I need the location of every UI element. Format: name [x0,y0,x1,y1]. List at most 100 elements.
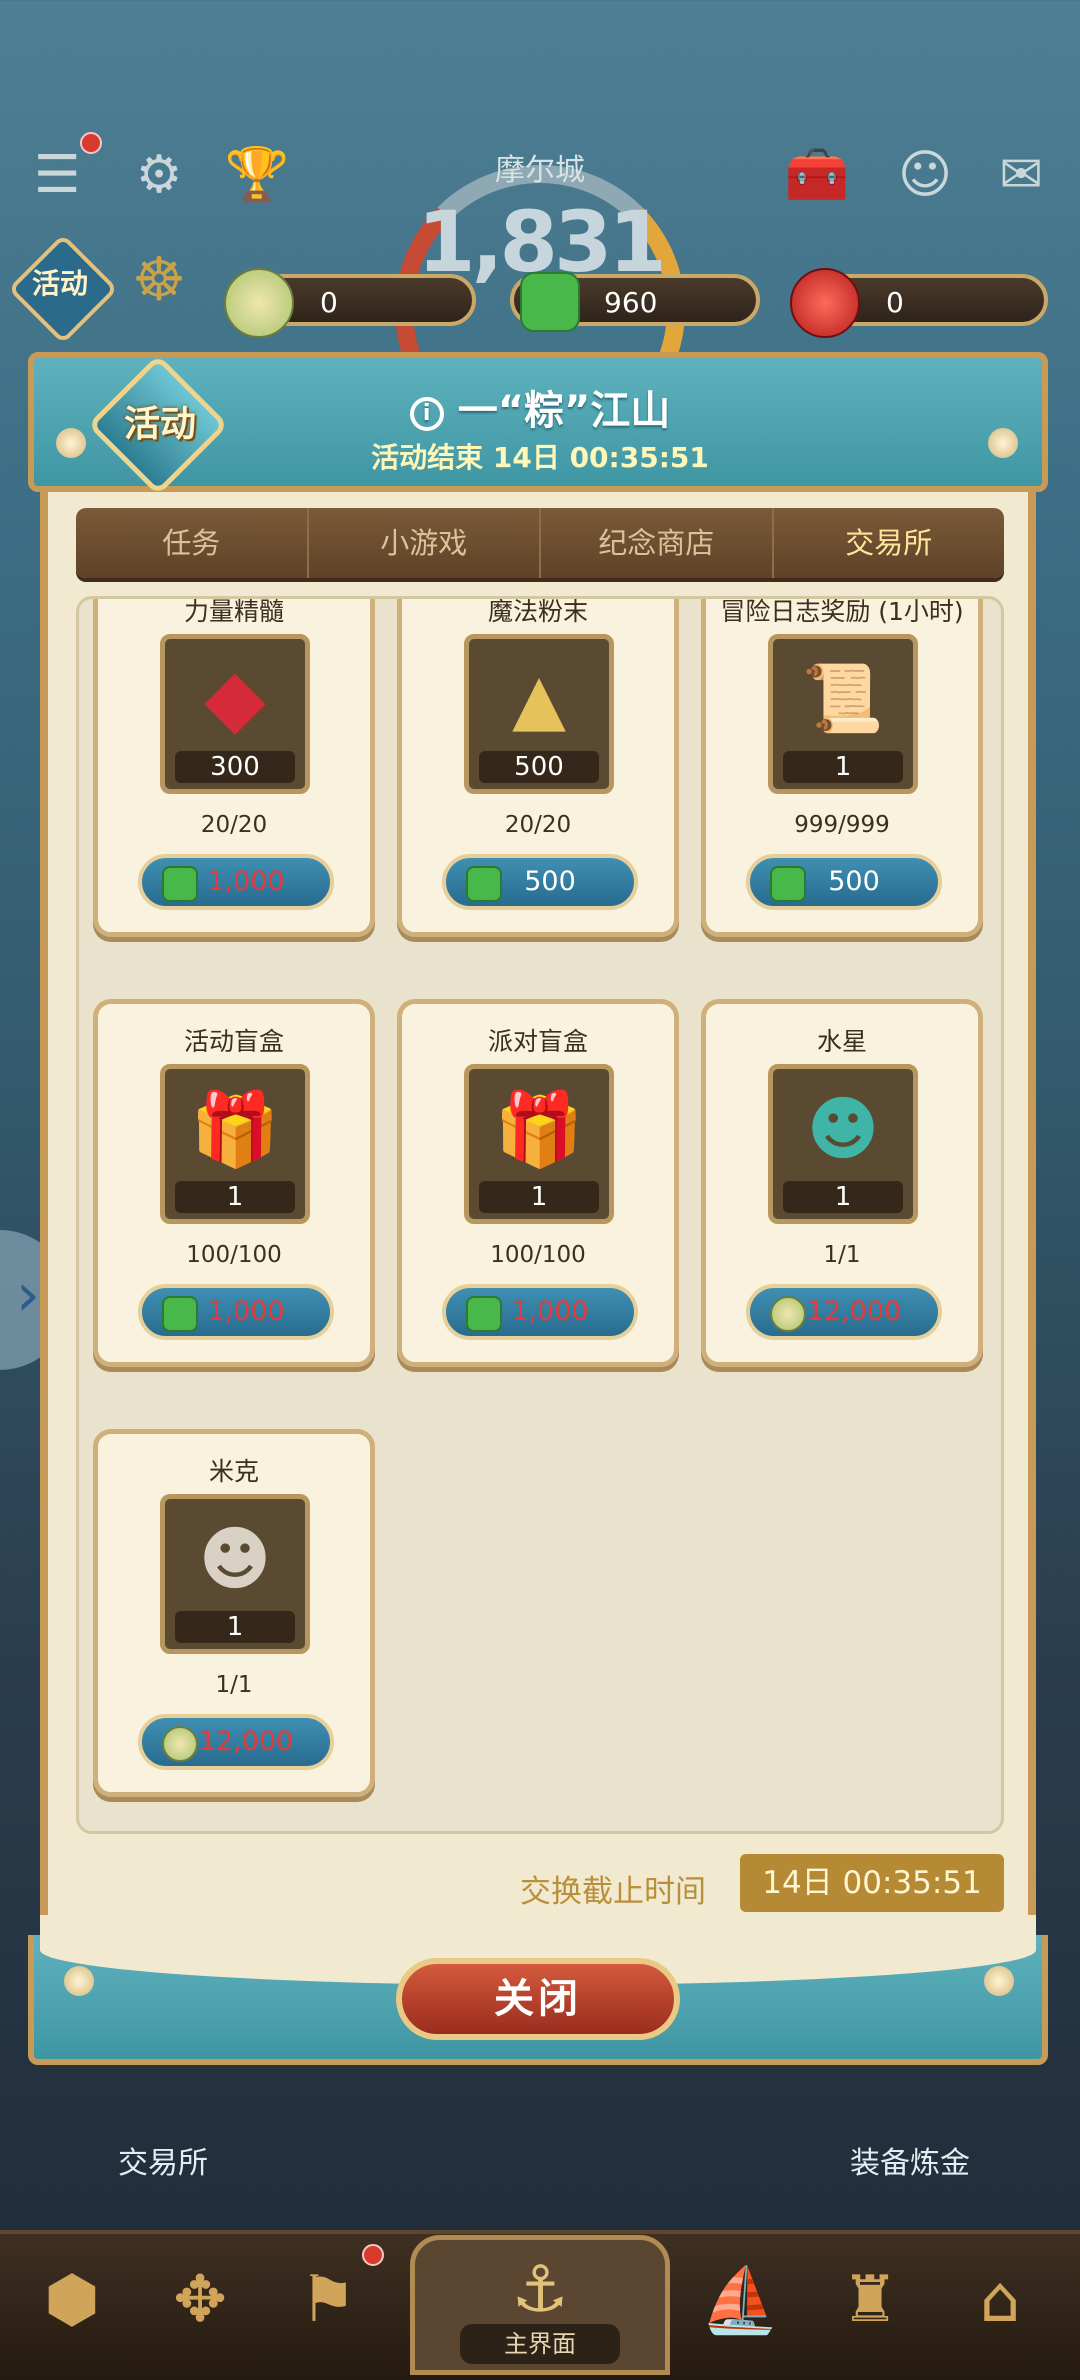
activity-label: 活动 [31,267,88,300]
exchange-button[interactable]: 12,000 [138,1714,334,1770]
tab-souvenir-shop[interactable]: 纪念商店 [541,508,774,578]
price-value: 500 [524,866,576,897]
propeller-icon[interactable]: ✥ [150,2250,250,2350]
rivet-decoration [64,1966,94,1996]
resource-value: 0 [886,286,904,319]
zongzi-icon [224,268,294,338]
trophy-icon[interactable]: 🏆 [222,140,292,210]
resource-value: 0 [320,286,338,319]
notification-dot [80,132,102,154]
exchange-button[interactable]: 1,000 [138,854,334,910]
notification-dot [362,2244,384,2266]
tab-bar: 任务 小游戏 纪念商店 交易所 [76,508,1004,578]
price-value: 1,000 [511,1296,589,1327]
item-stock: 100/100 [186,1242,282,1268]
gold-dust-icon: ▲ [512,658,566,740]
price-value: 1,000 [207,1296,285,1327]
exchange-shortcut-label[interactable]: 交易所 [118,2138,208,2182]
item-quantity: 1 [783,751,903,783]
ship-icon[interactable]: ⛵ [690,2250,790,2350]
item-name: 冒险日志奖励 (1小时) [720,597,964,626]
item-icon-frame: ☻ 1 [160,1494,310,1654]
equipment-alchemy-label[interactable]: 装备炼金 [850,2138,970,2182]
gift-box-icon: 🎁 [494,1086,584,1171]
event-countdown: 活动结束 14日 00:35:51 [371,441,709,474]
mail-icon[interactable]: ✉ [986,140,1056,210]
red-gem-icon: ◆ [204,650,266,744]
toolbox-icon[interactable]: 🧰 [782,140,852,210]
deadline-label: 交换截止时间 [520,1874,706,1910]
item-icon-frame: 🎁 1 [464,1064,614,1224]
item-icon-frame: 📜 1 [768,634,918,794]
home-label: 主界面 [460,2324,620,2364]
exchange-item-grid[interactable]: 力量精髓 ◆ 300 20/20 1,000 魔法粉末 ▲ 500 20/20 … [76,596,1004,1834]
green-gem-icon [520,272,580,332]
exchange-item-card[interactable]: 力量精髓 ◆ 300 20/20 1,000 [93,597,375,937]
exchange-item-card[interactable]: 活动盲盒 🎁 1 100/100 1,000 [93,999,375,1367]
tower-icon[interactable]: ♜ [820,2250,920,2350]
friends-icon[interactable]: ☺ [890,140,960,210]
shop-icon[interactable]: ⌂ [950,2250,1050,2350]
resource-zongzi[interactable]: 0 [224,268,476,338]
exchange-item-card[interactable]: 冒险日志奖励 (1小时) 📜 1 999/999 500 [701,597,983,937]
item-stock: 1/1 [215,1672,253,1698]
exchange-button[interactable]: 500 [442,854,638,910]
character-icon: ☻ [806,1088,880,1170]
item-quantity: 1 [479,1181,599,1213]
red-pouch-icon [790,268,860,338]
item-name: 派对盲盒 [487,1027,588,1056]
exchange-item-card[interactable]: 米克 ☻ 1 1/1 12,000 [93,1429,375,1797]
item-quantity: 1 [175,1611,295,1643]
scroll-icon: 📜 [801,660,885,737]
item-stock: 20/20 [504,812,572,838]
item-quantity: 300 [175,751,295,783]
rivet-decoration [984,1966,1014,1996]
exchange-button[interactable]: 1,000 [138,1284,334,1340]
deadline-value: 14日 00:35:51 [740,1854,1004,1912]
helm-icon[interactable]: ☸ [124,245,194,315]
gift-box-icon: 🎁 [190,1086,280,1171]
item-icon-frame: ▲ 500 [464,634,614,794]
character-icon: ☻ [198,1518,272,1600]
close-button[interactable]: 关闭 [396,1958,680,2040]
menu-icon[interactable]: ☰ [22,140,92,210]
resource-value: 960 [604,286,658,319]
exchange-item-card[interactable]: 派对盲盒 🎁 1 100/100 1,000 [397,999,679,1367]
tab-tasks[interactable]: 任务 [76,508,309,578]
resource-red-pouch[interactable]: 0 [790,268,1048,338]
info-icon[interactable]: i [409,397,444,431]
price-value: 12,000 [806,1296,902,1327]
exchange-item-card[interactable]: 水星 ☻ 1 1/1 12,000 [701,999,983,1367]
guild-icon[interactable]: ⬢ [22,2250,122,2350]
item-quantity: 1 [783,1181,903,1213]
gear-icon[interactable]: ⚙ [124,140,194,210]
item-icon-frame: 🎁 1 [160,1064,310,1224]
price-value: 12,000 [198,1726,294,1757]
panel-title: i 一“粽”江山 [0,378,1080,436]
item-stock: 20/20 [200,812,268,838]
item-name: 活动盲盒 [183,1027,284,1056]
exchange-item-card[interactable]: 魔法粉末 ▲ 500 20/20 500 [397,597,679,937]
item-quantity: 500 [479,751,599,783]
tab-minigame[interactable]: 小游戏 [309,508,541,578]
city-name: 摩尔城 [495,153,585,188]
item-stock: 100/100 [490,1242,586,1268]
item-quantity: 1 [175,1181,295,1213]
item-stock: 999/999 [794,812,890,838]
knight-banner-icon[interactable]: ⚑ [278,2250,378,2350]
item-stock: 1/1 [823,1242,861,1268]
exchange-button[interactable]: 1,000 [442,1284,638,1340]
price-value: 1,000 [207,866,285,897]
exchange-button[interactable]: 12,000 [746,1284,942,1340]
resource-green-gem[interactable]: 960 [510,272,760,332]
panel-title-text: 一“粽”江山 [457,388,671,434]
tab-exchange[interactable]: 交易所 [774,508,1005,578]
item-name: 水星 [816,1027,867,1056]
item-icon-frame: ◆ 300 [160,634,310,794]
item-icon-frame: ☻ 1 [768,1064,918,1224]
item-name: 米克 [208,1457,259,1486]
exchange-button[interactable]: 500 [746,854,942,910]
price-value: 500 [828,866,880,897]
item-name: 魔法粉末 [487,597,588,626]
item-name: 力量精髓 [183,597,284,626]
